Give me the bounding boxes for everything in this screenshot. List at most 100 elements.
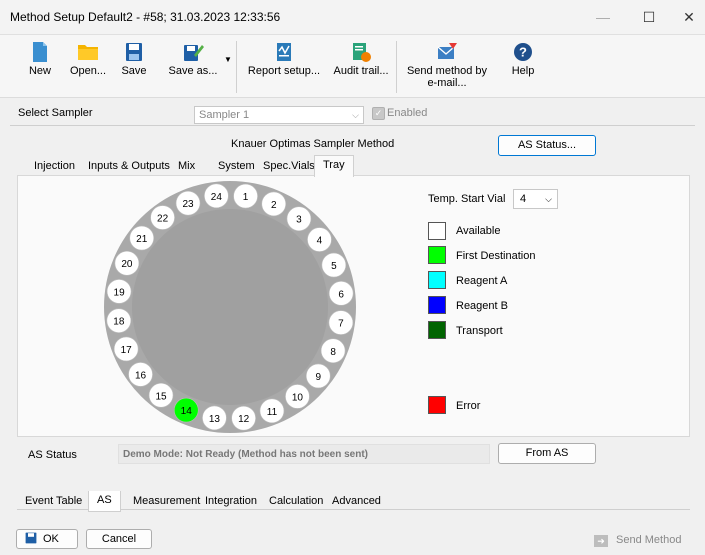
- tray-graphic: 123456789101112131415161718192021222324: [104, 181, 356, 433]
- vial-number: 1: [243, 192, 249, 203]
- vial-number: 20: [121, 259, 133, 270]
- send-method-email-button[interactable]: Send method by e-mail...: [404, 41, 490, 89]
- legend-swatch-transport: [428, 321, 446, 339]
- legend-swatch-reagent-b: [428, 296, 446, 314]
- new-label: New: [28, 65, 51, 77]
- vial-21[interactable]: 21: [129, 225, 155, 251]
- folder-icon: [78, 45, 98, 60]
- vial-13[interactable]: 13: [202, 405, 227, 431]
- vial-15[interactable]: 15: [148, 382, 174, 408]
- vial-number: 3: [296, 215, 302, 226]
- new-button[interactable]: New: [18, 41, 62, 77]
- vial-1[interactable]: 1: [233, 183, 258, 209]
- close-button[interactable]: ✕: [666, 4, 705, 30]
- tab-as[interactable]: AS: [88, 491, 121, 512]
- tab-mix[interactable]: Mix: [174, 157, 199, 175]
- vial-6[interactable]: 6: [328, 281, 354, 306]
- save-as-button[interactable]: Save as...: [164, 41, 222, 77]
- save-button[interactable]: Save: [116, 41, 152, 77]
- vial-number: 23: [182, 199, 194, 210]
- vial-12[interactable]: 12: [231, 405, 256, 431]
- vial-17[interactable]: 17: [113, 336, 139, 362]
- vial-number: 9: [315, 372, 321, 383]
- tab-injection[interactable]: Injection: [30, 157, 79, 175]
- chevron-down-icon: ⌵: [545, 194, 552, 204]
- tab-integration[interactable]: Integration: [200, 492, 262, 510]
- send-method-button[interactable]: ➜ Send Method: [594, 531, 681, 549]
- tab-system[interactable]: System: [214, 157, 259, 175]
- legend-label-reagent-a: Reagent A: [456, 275, 508, 287]
- save-as-dropdown-icon[interactable]: ▼: [224, 55, 232, 64]
- vial-19[interactable]: 19: [106, 279, 132, 304]
- vial-24[interactable]: 24: [204, 183, 229, 209]
- as-status-text: Demo Mode: Not Ready (Method has not bee…: [118, 444, 490, 464]
- tab-inputs-outputs[interactable]: Inputs & Outputs: [84, 157, 174, 175]
- minimize-button[interactable]: —: [580, 4, 626, 30]
- vial-18[interactable]: 18: [106, 308, 132, 333]
- as-status-button[interactable]: AS Status...: [498, 135, 596, 156]
- vial-9[interactable]: 9: [305, 363, 331, 389]
- legend-label-reagent-b: Reagent B: [456, 300, 508, 312]
- vial-3[interactable]: 3: [286, 206, 312, 232]
- toolbar-separator: [396, 41, 397, 93]
- tab-tray[interactable]: Tray: [314, 155, 354, 177]
- vial-number: 21: [136, 234, 148, 245]
- report-setup-icon: [277, 43, 291, 61]
- vial-8[interactable]: 8: [320, 338, 346, 364]
- enabled-checkbox[interactable]: ✓: [372, 107, 385, 120]
- from-as-button[interactable]: From AS: [498, 443, 596, 464]
- tab-measurement[interactable]: Measurement: [128, 492, 205, 510]
- open-label: Open...: [69, 65, 107, 77]
- divider: [10, 125, 695, 126]
- vial-22[interactable]: 22: [150, 205, 175, 230]
- tab-event-table[interactable]: Event Table: [20, 492, 87, 510]
- vial-number: 6: [338, 289, 344, 300]
- sampler-select[interactable]: Sampler 1 ⌵: [194, 106, 364, 124]
- vial-number: 16: [135, 370, 147, 381]
- vial-7[interactable]: 7: [328, 310, 354, 335]
- send-method-label-line1: Send method by: [406, 65, 488, 77]
- toolbar: New Open... Save Save as... ▼ Report set…: [0, 35, 705, 98]
- select-sampler-label: Select Sampler: [18, 107, 93, 119]
- floppy-disk-icon: [126, 43, 142, 61]
- email-icon: [437, 43, 457, 59]
- window-title: Method Setup Default2 - #58; 31.03.2023 …: [10, 10, 281, 24]
- legend-label-transport: Transport: [456, 325, 503, 337]
- vial-number: 10: [292, 392, 304, 403]
- vial-16[interactable]: 16: [128, 362, 153, 387]
- vial-4[interactable]: 4: [307, 227, 332, 252]
- help-button[interactable]: ? Help: [506, 41, 540, 77]
- report-setup-label: Report setup...: [247, 65, 321, 77]
- title-bar: Method Setup Default2 - #58; 31.03.2023 …: [0, 0, 705, 35]
- save-as-label: Save as...: [168, 65, 218, 77]
- vial-10[interactable]: 10: [285, 384, 310, 409]
- report-setup-button[interactable]: Report setup...: [246, 41, 322, 77]
- vial-number: 2: [271, 200, 277, 211]
- svg-text:?: ?: [519, 45, 527, 60]
- vial-23[interactable]: 23: [175, 190, 201, 216]
- vial-number: 4: [317, 236, 323, 247]
- method-title: Knauer Optimas Sampler Method: [231, 138, 395, 150]
- tab-advanced[interactable]: Advanced: [327, 492, 386, 510]
- vial-11[interactable]: 11: [259, 398, 285, 424]
- cancel-button[interactable]: Cancel: [86, 529, 152, 549]
- legend-label-first-destination: First Destination: [456, 250, 536, 262]
- temp-start-vial-select[interactable]: 4 ⌵: [513, 189, 558, 209]
- tab-spec-vials[interactable]: Spec.Vials: [259, 157, 319, 175]
- vial-number: 5: [331, 261, 337, 272]
- vial-number: 7: [338, 319, 344, 330]
- vial-2[interactable]: 2: [261, 191, 287, 217]
- floppy-disk-icon: [25, 532, 37, 544]
- open-button[interactable]: Open...: [66, 41, 110, 77]
- save-as-icon: [184, 45, 204, 61]
- vial-20[interactable]: 20: [114, 250, 140, 276]
- as-status-label: AS Status: [28, 449, 77, 461]
- chevron-down-icon: ⌵: [352, 110, 359, 120]
- vial-5[interactable]: 5: [321, 252, 347, 278]
- legend-swatch-reagent-a: [428, 271, 446, 289]
- audit-trail-button[interactable]: Audit trail...: [330, 41, 392, 77]
- vial-14[interactable]: 14: [173, 397, 199, 423]
- tray-inner-circle: [132, 209, 328, 405]
- ok-button[interactable]: OK: [16, 529, 78, 549]
- tab-calculation[interactable]: Calculation: [264, 492, 328, 510]
